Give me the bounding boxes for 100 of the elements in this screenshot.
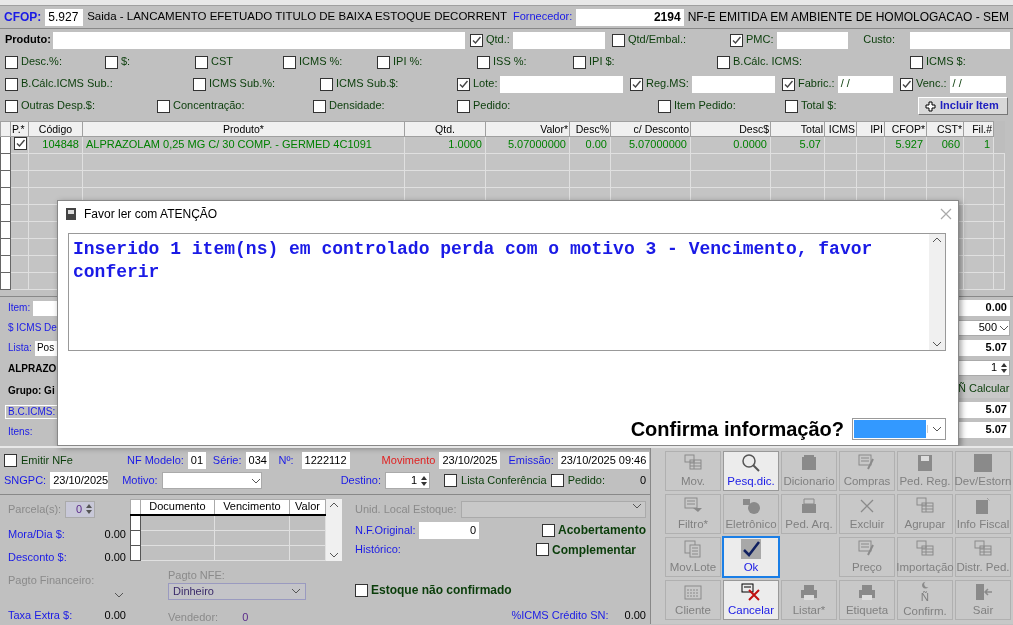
checkbox[interactable]: [377, 55, 390, 69]
field-label: Acobertamento: [558, 522, 646, 538]
scroll-down-icon[interactable]: [932, 341, 942, 347]
input-field[interactable]: 23/10/2025: [439, 452, 501, 470]
input-field[interactable]: 23/10/2025: [50, 472, 109, 490]
input-field[interactable]: [512, 31, 605, 49]
checkmark-icon: [741, 539, 761, 560]
select-field[interactable]: [161, 472, 262, 490]
scroll-up-icon[interactable]: [329, 501, 339, 508]
checkbox[interactable]: [730, 33, 743, 47]
value-field[interactable]: 0.00: [958, 300, 1010, 316]
product-field[interactable]: [52, 31, 465, 49]
column-header[interactable]: CFOP*: [884, 121, 927, 137]
toolbar-button[interactable]: Ok: [723, 537, 779, 577]
column-header[interactable]: Valor*: [485, 121, 570, 137]
checkbox[interactable]: [477, 55, 490, 69]
checkbox[interactable]: [900, 77, 913, 91]
checkbox[interactable]: [283, 55, 296, 69]
checkbox[interactable]: [550, 474, 564, 488]
number-spinner[interactable]: 1: [385, 472, 430, 490]
checkbox[interactable]: [193, 77, 206, 91]
cfop-label: CFOP:: [4, 9, 42, 25]
checkbox[interactable]: [14, 137, 27, 151]
column-header[interactable]: IPI: [856, 121, 885, 137]
column-header[interactable]: Desc$: [690, 121, 771, 137]
column-header[interactable]: CST*: [926, 121, 964, 137]
input-field[interactable]: [33, 300, 57, 316]
checkbox[interactable]: [782, 77, 795, 91]
column-header[interactable]: c/ Desconto: [610, 121, 691, 137]
input-field[interactable]: [691, 75, 775, 93]
column-header[interactable]: Produto*: [82, 121, 405, 137]
input-field[interactable]: / /: [837, 75, 893, 93]
scroll-up-icon[interactable]: [932, 237, 942, 243]
option-label: ICMS Sub.%:: [209, 77, 276, 91]
input-field[interactable]: [500, 75, 623, 93]
column-header[interactable]: Total: [770, 121, 825, 137]
scroll-down-icon[interactable]: [329, 551, 339, 558]
input-field[interactable]: [776, 31, 848, 49]
field-label: Desconto $:: [8, 550, 67, 564]
select-field[interactable]: [460, 500, 646, 518]
checkbox[interactable]: [4, 454, 17, 468]
column-header[interactable]: Fil.#: [963, 121, 994, 137]
input-field[interactable]: 23/10/2025 09:46: [557, 452, 650, 470]
scrollbar[interactable]: [326, 498, 342, 561]
input-field[interactable]: 1222112: [301, 452, 350, 470]
checkbox[interactable]: [470, 33, 483, 47]
option-label: PMC:: [746, 33, 774, 47]
option-label: Concentração:: [173, 99, 245, 113]
column-header[interactable]: Qtd.: [404, 121, 486, 137]
input-field[interactable]: Pos: [34, 340, 57, 356]
checkbox[interactable]: [658, 99, 671, 113]
option-label: Item Pedido:: [674, 99, 736, 113]
checkbox[interactable]: [910, 55, 923, 69]
field-label: Destino:: [340, 474, 381, 488]
input-field[interactable]: 0: [419, 521, 479, 539]
checkbox[interactable]: [157, 99, 170, 113]
cfop-field[interactable]: 5.927: [45, 8, 84, 26]
checkbox[interactable]: [457, 77, 470, 91]
toolbar-button[interactable]: Pesq.dic.: [723, 451, 779, 491]
include-item-button[interactable]: Incluir Item: [918, 97, 1008, 115]
checkbox[interactable]: [5, 99, 18, 113]
scrollbar[interactable]: [929, 234, 945, 350]
checkbox[interactable]: [535, 543, 549, 557]
checkbox[interactable]: [355, 583, 368, 597]
supplier-field[interactable]: 2194: [576, 8, 684, 26]
checkbox[interactable]: [457, 99, 470, 113]
column-header[interactable]: Valor: [289, 499, 326, 516]
checkbox[interactable]: [542, 523, 555, 537]
input-field[interactable]: 01: [187, 452, 206, 470]
checkbox[interactable]: [105, 55, 118, 69]
square-icon: [973, 453, 993, 474]
value-field[interactable]: 5.07: [958, 422, 1010, 438]
checkbox[interactable]: [785, 99, 798, 113]
value-field[interactable]: 5.07: [958, 402, 1010, 418]
checkbox[interactable]: [5, 77, 18, 91]
checkbox[interactable]: [5, 55, 18, 69]
field-label: Lista:: [8, 342, 32, 354]
input-field[interactable]: 034: [245, 452, 269, 470]
checkbox[interactable]: [630, 77, 643, 91]
column-header[interactable]: Vencimento: [214, 499, 290, 516]
checkbox[interactable]: [573, 55, 586, 69]
column-header[interactable]: Código: [28, 121, 83, 137]
checkbox[interactable]: [320, 77, 333, 91]
checkbox[interactable]: [195, 55, 208, 69]
option-label: Desc.%:: [21, 55, 62, 69]
column-header[interactable]: Desc%: [569, 121, 611, 137]
checkbox[interactable]: [444, 474, 457, 488]
field-label: Pedido:: [567, 474, 605, 488]
input-field[interactable]: / /: [949, 75, 1006, 93]
column-header[interactable]: ICMS: [824, 121, 857, 137]
value-field[interactable]: 5.07: [958, 340, 1010, 356]
column-header[interactable]: Documento: [140, 499, 215, 516]
checkbox[interactable]: [612, 33, 625, 47]
checkbox[interactable]: [313, 99, 326, 113]
input-field[interactable]: [910, 31, 1010, 49]
number-spinner[interactable]: 1: [958, 360, 1010, 376]
select-field[interactable]: 500: [958, 320, 1010, 336]
checkbox[interactable]: [717, 55, 730, 69]
toolbar-button[interactable]: Cancelar: [723, 580, 779, 620]
calculate-button[interactable]: Ñ Calcular: [958, 380, 1010, 398]
